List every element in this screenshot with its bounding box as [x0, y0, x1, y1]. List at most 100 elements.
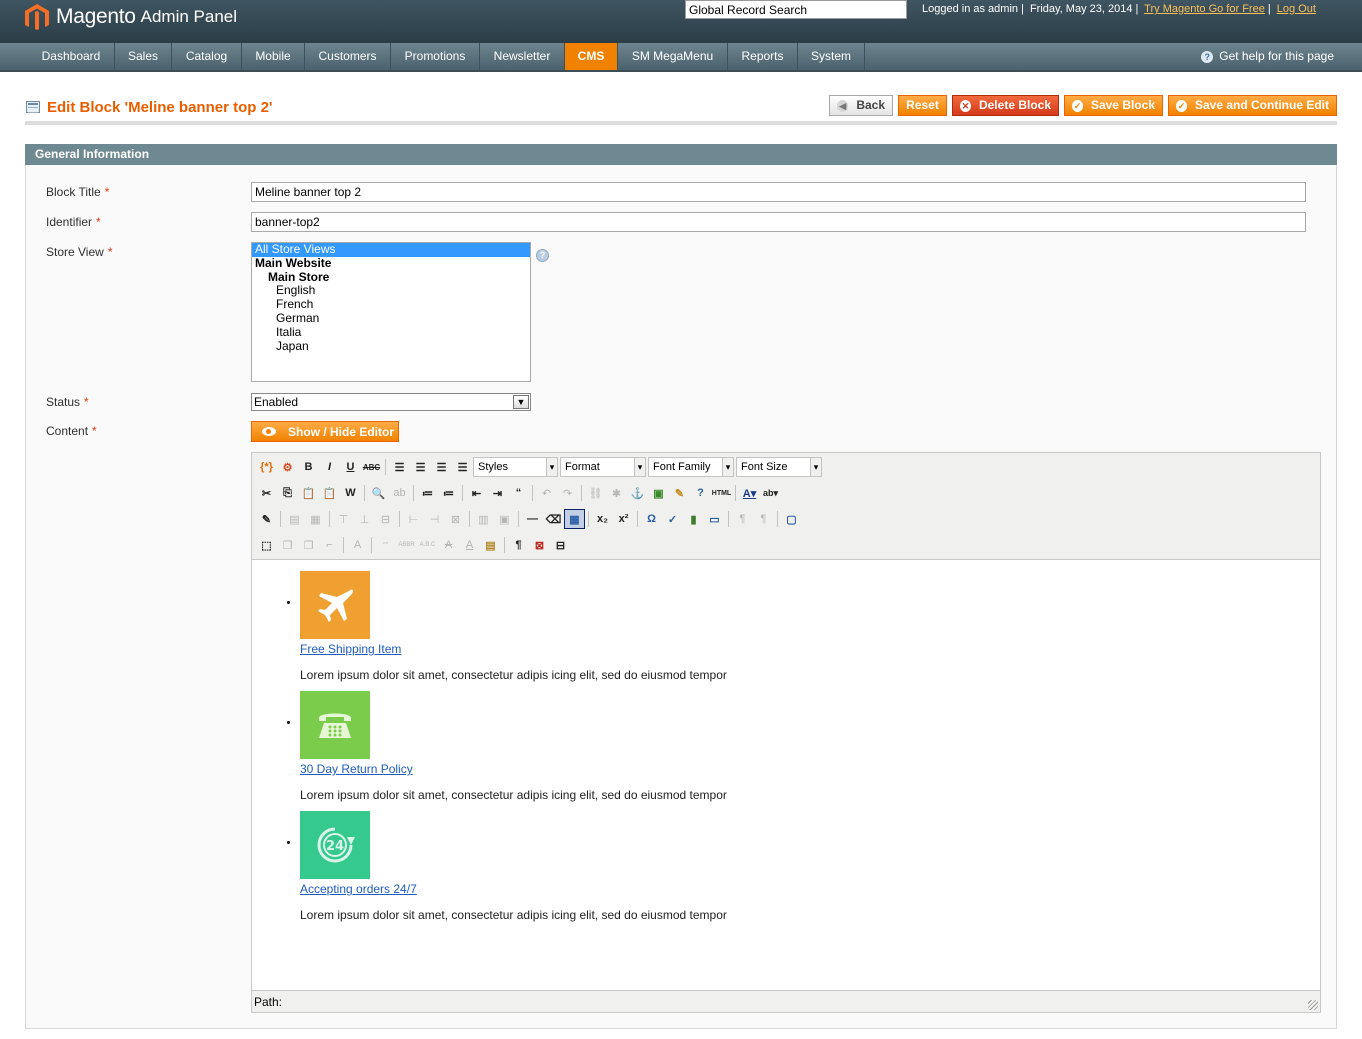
horizontal-rule-icon[interactable]: —: [522, 509, 543, 529]
store-option-all[interactable]: All Store Views: [252, 242, 530, 257]
unlink-icon[interactable]: ✱: [606, 483, 627, 503]
find-icon[interactable]: 🔍: [368, 483, 389, 503]
move-backward-icon[interactable]: ❐: [298, 535, 319, 555]
html-source-icon[interactable]: HTML: [711, 483, 732, 503]
insert-col-after-icon[interactable]: ⊣: [424, 509, 445, 529]
store-option-english[interactable]: English: [252, 284, 530, 298]
ltr-icon[interactable]: ¶: [732, 509, 753, 529]
nav-sales[interactable]: Sales: [115, 43, 172, 70]
underline-icon[interactable]: U: [340, 457, 361, 477]
background-color-icon[interactable]: ab▾: [760, 483, 781, 503]
feature-link[interactable]: 30 Day Return Policy: [300, 762, 727, 776]
insert-variable-icon[interactable]: {*}: [256, 457, 277, 477]
visual-chars-icon[interactable]: ¶: [508, 535, 529, 555]
cut-icon[interactable]: ✂: [256, 483, 277, 503]
special-char-icon[interactable]: Ω: [641, 509, 662, 529]
align-center-icon[interactable]: ☰: [410, 457, 431, 477]
superscript-icon[interactable]: x²: [613, 509, 634, 529]
store-view-select[interactable]: All Store Views Main Website Main Store …: [251, 242, 531, 382]
redo-icon[interactable]: ↷: [557, 483, 578, 503]
store-option-german[interactable]: German: [252, 311, 530, 326]
back-button[interactable]: ◀ Back: [829, 95, 893, 116]
page-break-icon[interactable]: ⊟: [550, 535, 571, 555]
merge-cells-icon[interactable]: ▣: [494, 509, 515, 529]
store-option-japan[interactable]: Japan: [252, 339, 530, 354]
style-props-icon[interactable]: A: [347, 535, 368, 555]
insert-col-before-icon[interactable]: ⊢: [403, 509, 424, 529]
insertion-icon[interactable]: A: [459, 535, 480, 555]
nav-promotions[interactable]: Promotions: [391, 43, 480, 70]
insert-layer-icon[interactable]: ▭: [704, 509, 725, 529]
align-left-icon[interactable]: ☰: [389, 457, 410, 477]
bullet-list-icon[interactable]: ≔: [417, 483, 438, 503]
paste-icon[interactable]: 📋: [298, 483, 319, 503]
blockquote-icon[interactable]: “: [508, 483, 529, 503]
insert-row-after-icon[interactable]: ⊥: [354, 509, 375, 529]
visual-aid-icon[interactable]: ▦: [564, 509, 585, 529]
undo-icon[interactable]: ↶: [536, 483, 557, 503]
cell-properties-icon[interactable]: ▦: [305, 509, 326, 529]
link-icon[interactable]: ⛓: [585, 483, 606, 503]
nav-sm-megamenu[interactable]: SM MegaMenu: [618, 43, 728, 70]
insert-media-icon[interactable]: ▮: [683, 509, 704, 529]
indent-icon[interactable]: ⇥: [487, 483, 508, 503]
fullscreen-icon[interactable]: ▢: [781, 509, 802, 529]
insert-image-icon[interactable]: ▣: [648, 483, 669, 503]
nav-dashboard[interactable]: Dashboard: [28, 43, 115, 70]
identifier-input[interactable]: [251, 212, 1306, 232]
replace-icon[interactable]: ab: [389, 483, 410, 503]
nav-reports[interactable]: Reports: [728, 43, 798, 70]
try-magento-link[interactable]: Try Magento Go for Free: [1144, 3, 1265, 15]
anchor-icon[interactable]: ⚓: [627, 483, 648, 503]
store-option-italia[interactable]: Italia: [252, 325, 530, 340]
help-link[interactable]: ? Get help for this page: [1201, 43, 1334, 70]
help-icon[interactable]: ?: [690, 483, 711, 503]
insert-row-before-icon[interactable]: ⊤: [333, 509, 354, 529]
font-size-dropdown[interactable]: Font Size: [736, 457, 822, 477]
copy-icon[interactable]: ⎘: [277, 483, 298, 503]
remove-format-icon[interactable]: ⌫: [543, 509, 564, 529]
delete-row-icon[interactable]: ⊟: [375, 509, 396, 529]
cite-icon[interactable]: “”: [375, 535, 396, 555]
numbered-list-icon[interactable]: ≔: [438, 483, 459, 503]
insert-layer-box-icon[interactable]: ⬚: [256, 535, 277, 555]
align-right-icon[interactable]: ☰: [431, 457, 452, 477]
feature-link[interactable]: Free Shipping Item: [300, 642, 727, 656]
delete-col-icon[interactable]: ⊠: [445, 509, 466, 529]
nav-mobile[interactable]: Mobile: [242, 43, 305, 70]
edit-css-icon[interactable]: ✎: [256, 509, 277, 529]
save-block-button[interactable]: ✓ Save Block: [1064, 95, 1163, 116]
strikethrough-icon[interactable]: ABC: [361, 457, 382, 477]
nav-customers[interactable]: Customers: [305, 43, 391, 70]
row-properties-icon[interactable]: ▤: [284, 509, 305, 529]
block-title-input[interactable]: [251, 182, 1306, 202]
deletion-icon[interactable]: A: [438, 535, 459, 555]
rtl-icon[interactable]: ¶: [753, 509, 774, 529]
feature-link[interactable]: Accepting orders 24/7: [300, 882, 727, 896]
subscript-icon[interactable]: x₂: [592, 509, 613, 529]
styles-dropdown[interactable]: Styles: [473, 457, 558, 477]
reset-button[interactable]: Reset: [898, 95, 947, 116]
paste-word-icon[interactable]: W: [340, 483, 361, 503]
bold-icon[interactable]: B: [298, 457, 319, 477]
store-view-help-icon[interactable]: ?: [536, 249, 549, 262]
absolute-position-icon[interactable]: ⌐: [319, 535, 340, 555]
non-breaking-icon[interactable]: ⊠: [529, 535, 550, 555]
attributes-icon[interactable]: ▤: [480, 535, 501, 555]
status-select[interactable]: Enabled ▼: [251, 393, 531, 411]
spellcheck-icon[interactable]: ✓: [662, 509, 683, 529]
cleanup-icon[interactable]: ✎: [669, 483, 690, 503]
store-option-french[interactable]: French: [252, 297, 530, 312]
show-hide-editor-button[interactable]: Show / Hide Editor: [251, 421, 399, 442]
nav-newsletter[interactable]: Newsletter: [480, 43, 565, 70]
move-forward-icon[interactable]: ❐: [277, 535, 298, 555]
split-cells-icon[interactable]: ▥: [473, 509, 494, 529]
format-dropdown[interactable]: Format: [560, 457, 646, 477]
nav-cms[interactable]: CMS: [565, 43, 618, 70]
save-continue-button[interactable]: ✓ Save and Continue Edit: [1168, 95, 1337, 116]
paste-text-icon[interactable]: 📋: [319, 483, 340, 503]
delete-block-button[interactable]: ✕ Delete Block: [952, 95, 1059, 116]
acronym-icon[interactable]: A.B.C: [417, 535, 438, 555]
font-family-dropdown[interactable]: Font Family: [648, 457, 734, 477]
outdent-icon[interactable]: ⇤: [466, 483, 487, 503]
